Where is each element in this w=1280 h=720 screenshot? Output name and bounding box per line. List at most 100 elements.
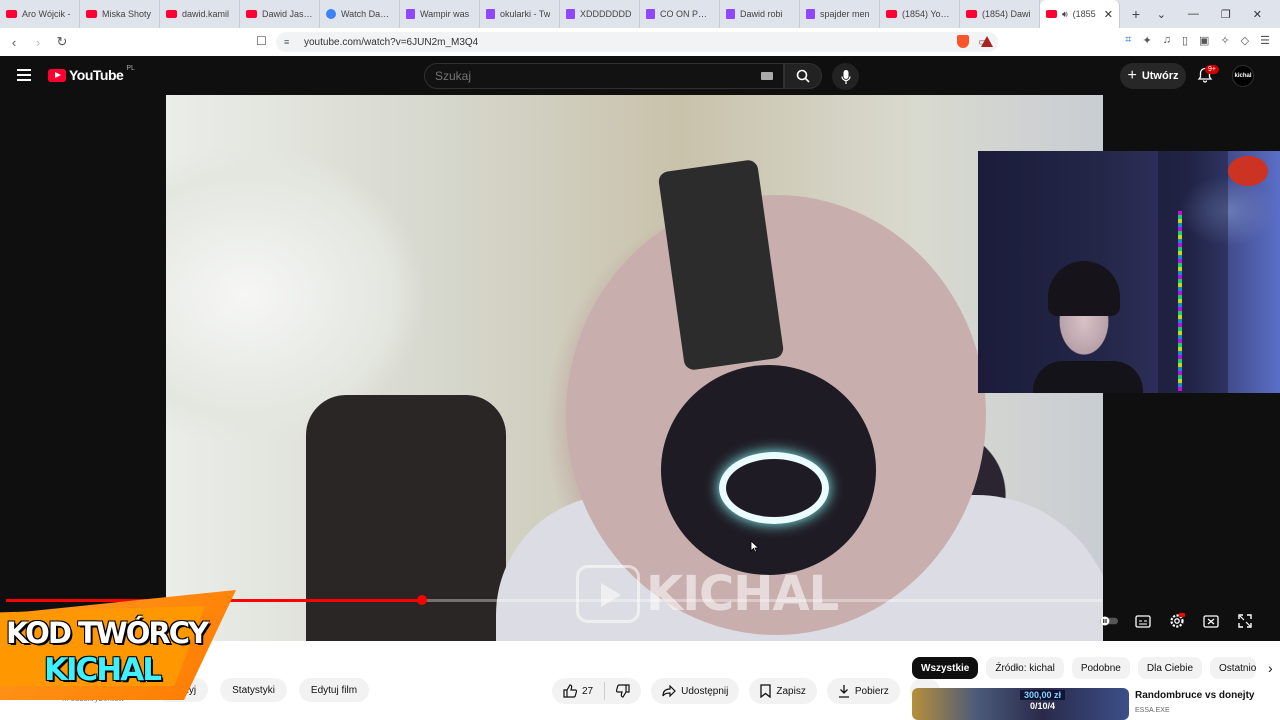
browser-tab[interactable]: Watch Dawid <box>320 0 400 28</box>
youtube-play-logo-icon <box>48 68 66 82</box>
chip-list: Wszystkie Źródło: kichal Podobne Dla Ciebie… <box>912 657 1257 679</box>
brave-shield-icon[interactable] <box>957 35 969 48</box>
studio-button[interactable]: Edytuj film <box>298 678 370 702</box>
keyboard-icon[interactable] <box>761 72 773 80</box>
search-input[interactable] <box>425 64 725 88</box>
browser-tab[interactable]: XDDDDDDD <box>560 0 640 28</box>
browser-tab[interactable]: Dawid robi <box>720 0 800 28</box>
create-button[interactable]: + Utwórz <box>1120 63 1186 89</box>
download-button[interactable]: Pobierz <box>826 678 900 704</box>
guide-menu-icon[interactable] <box>17 69 31 81</box>
site-info-icon[interactable]: ≡ <box>284 37 296 47</box>
creator-code-banner: KOD TWÓRCY KICHAL <box>0 590 236 700</box>
wallet-icon[interactable]: ▣ <box>1199 34 1209 47</box>
filter-chip[interactable]: Wszystkie <box>912 657 979 679</box>
filter-chip[interactable]: Podobne <box>1071 657 1130 679</box>
bookmark-icon[interactable]: ☐ <box>256 34 267 48</box>
like-dislike-group: 27 <box>552 678 642 704</box>
save-button[interactable]: Zapisz <box>749 678 817 704</box>
recommended-title[interactable]: Randombruce vs donejty <box>1135 690 1254 701</box>
recommended-channel[interactable]: ESSA.EXE <box>1135 707 1254 714</box>
music-icon[interactable]: ♫ <box>1163 34 1171 47</box>
subtitles-icon <box>1135 614 1151 628</box>
channel-watermark: KICHAL <box>576 565 839 623</box>
youtube-favicon-icon <box>1046 10 1057 18</box>
restore-icon[interactable]: ❐ <box>1221 8 1231 21</box>
thumbs-up-icon <box>563 684 577 698</box>
search-button[interactable] <box>784 63 822 89</box>
filter-chip[interactable]: Dla Ciebie <box>1137 657 1203 679</box>
brave-rewards-icon[interactable] <box>981 36 993 47</box>
share-button[interactable]: Udostępnij <box>651 678 740 704</box>
menu-icon[interactable]: ☰ <box>1260 34 1270 47</box>
browser-tab-active[interactable]: 🔊︎ (1855 ✕ <box>1040 0 1120 28</box>
recommended-thumbnail[interactable]: 300,00 zł 0/10/4 <box>912 688 1129 720</box>
thumbs-down-icon <box>616 684 630 698</box>
fullscreen-icon <box>1238 614 1252 628</box>
forward-icon[interactable]: › <box>28 35 48 50</box>
tab-label: dawid.kamil <box>182 9 230 19</box>
webcam-figurine <box>1228 156 1268 186</box>
close-tab-icon[interactable]: ✕ <box>1104 8 1113 21</box>
twitch-favicon-icon <box>726 9 735 19</box>
twitch-favicon-icon <box>806 9 815 19</box>
leo-icon[interactable]: ✧ <box>1220 34 1229 47</box>
like-button[interactable]: 27 <box>552 678 604 704</box>
speaker-icon[interactable]: 🔊︎ <box>1062 9 1068 20</box>
dislike-button[interactable] <box>605 678 641 704</box>
browser-tab[interactable]: okularki - Tw <box>480 0 560 28</box>
vpn-icon[interactable]: ◇ <box>1241 34 1249 47</box>
filter-chip[interactable]: Ostatnio <box>1210 657 1257 679</box>
twitch-favicon-icon <box>406 9 415 19</box>
youtube-favicon-icon <box>166 10 177 18</box>
tab-label: spajder men <box>820 9 870 19</box>
browser-tab[interactable]: Aro Wójcik - <box>0 0 80 28</box>
sidebar-icon[interactable]: ▯ <box>1182 34 1188 47</box>
youtube-logo[interactable]: YouTube PL <box>48 64 135 83</box>
search-box <box>424 63 784 89</box>
download-icon <box>838 685 849 698</box>
video-scene-chair <box>306 395 506 641</box>
autoplay-toggle[interactable] <box>1100 612 1118 630</box>
tab-label: Aro Wójcik - <box>22 9 71 19</box>
browser-tab[interactable]: dawid.kamil <box>160 0 240 28</box>
tab-label: Dawid robi <box>740 9 783 19</box>
twitch-favicon-icon <box>566 9 575 19</box>
back-icon[interactable]: ‹ <box>4 35 24 50</box>
webcam-overlay <box>978 151 1280 393</box>
subtitles-button[interactable] <box>1134 612 1152 630</box>
close-window-icon[interactable]: ✕ <box>1253 8 1262 21</box>
tab-search-icon[interactable]: ⌄ <box>1157 8 1166 21</box>
miniplayer-button[interactable] <box>1202 612 1220 630</box>
browser-tab[interactable]: Miska Shoty <box>80 0 160 28</box>
browser-tab[interactable]: (1854) YouTu <box>880 0 960 28</box>
settings-button[interactable] <box>1168 612 1186 630</box>
browser-tab[interactable]: CO ON POW <box>640 0 720 28</box>
extensions-icon[interactable]: ✦ <box>1143 34 1152 47</box>
share-icon <box>662 685 676 697</box>
country-code: PL <box>126 64 135 72</box>
account-avatar[interactable]: kichal <box>1232 65 1254 87</box>
filter-chip[interactable]: Źródło: kichal <box>986 657 1064 679</box>
fullscreen-button[interactable] <box>1236 612 1254 630</box>
youtube-header: YouTube PL + Utwórz 9+ kichal <box>0 56 1280 95</box>
browser-tab[interactable]: Wampir was <box>400 0 480 28</box>
video-actions: 27 Udostępnij Zapisz Pobierz ••• <box>552 678 941 704</box>
url-field[interactable]: ≡ youtube.com/watch?v=6JUN2m_M3Q4 ▭ <box>276 32 998 52</box>
minimize-icon[interactable]: — <box>1188 8 1199 20</box>
browser-tab[interactable]: Dawid Jasper <box>240 0 320 28</box>
voice-search-button[interactable] <box>832 63 859 90</box>
chevron-right-icon[interactable]: › <box>1268 660 1273 676</box>
save-label: Zapisz <box>776 685 806 697</box>
new-tab-button[interactable]: + <box>1126 6 1146 22</box>
translate-icon[interactable]: ⌗ <box>1125 34 1131 47</box>
tab-label: (1855 <box>1072 9 1096 19</box>
reload-icon[interactable]: ↻ <box>52 34 72 50</box>
browser-tab[interactable]: spajder men <box>800 0 880 28</box>
browser-tab[interactable]: (1854) Dawi <box>960 0 1040 28</box>
notification-badge: 9+ <box>1205 65 1219 74</box>
recommended-video[interactable]: 300,00 zł 0/10/4 Randombruce vs donejty … <box>912 688 1254 720</box>
url-text: youtube.com/watch?v=6JUN2m_M3Q4 <box>304 36 479 48</box>
webcam-person-hair <box>1048 261 1120 316</box>
video-player[interactable]: KICHAL <box>166 95 1103 641</box>
